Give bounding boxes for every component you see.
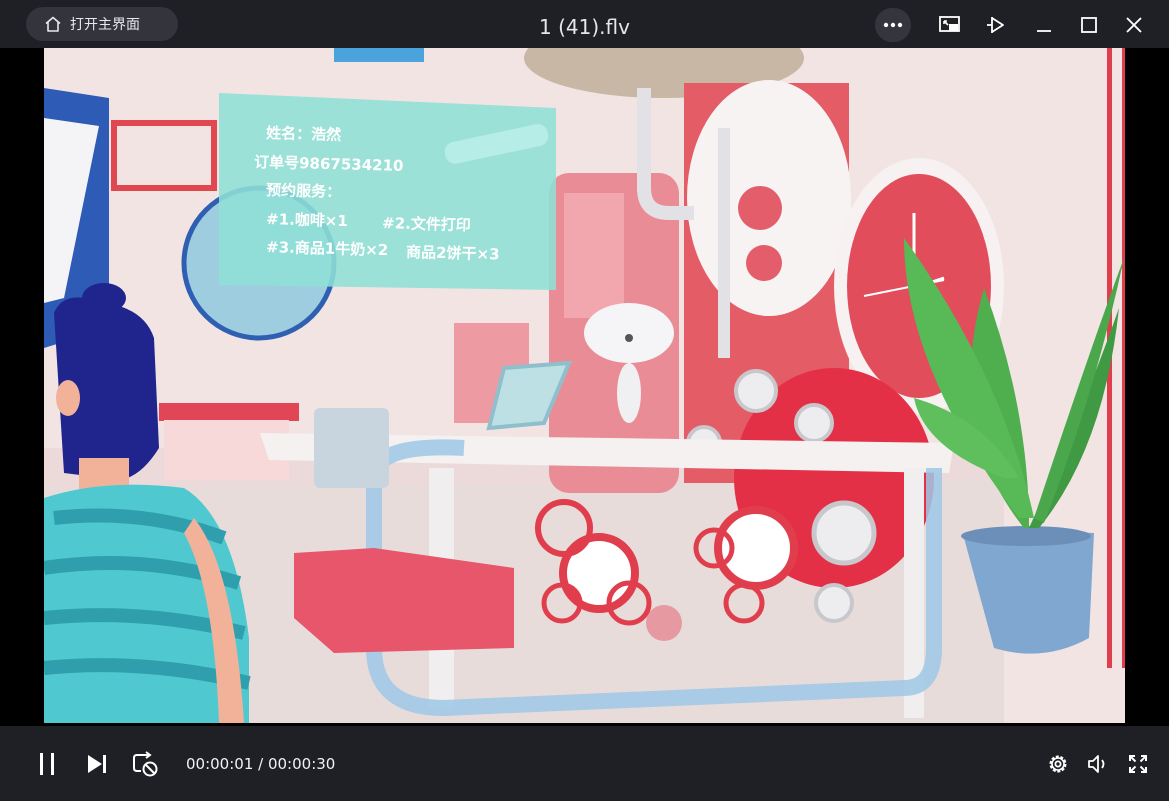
current-time: 00:00:01 (186, 755, 254, 773)
volume-icon (1088, 755, 1105, 773)
video-scene: 姓名：浩然 订单号9867534210 预约服务： #1.咖啡×1 #2.文件打… (44, 48, 1125, 723)
next-button[interactable] (80, 748, 114, 780)
volume-button[interactable] (1082, 748, 1114, 780)
loop-off-icon (133, 751, 158, 777)
control-bar: 00:00:01 / 00:00:30 (0, 726, 1169, 801)
pin-on-top-button[interactable] (978, 8, 1014, 42)
time-separator: / (253, 755, 268, 773)
duration: 00:00:30 (267, 755, 336, 773)
panel-name-text: 姓名：浩然 (266, 124, 341, 144)
close-icon (1126, 17, 1142, 33)
skip-next-icon (88, 755, 106, 773)
panel-service-heading: 预约服务： (266, 181, 341, 201)
fullscreen-button[interactable] (1122, 748, 1154, 780)
maximize-button[interactable] (1071, 8, 1107, 42)
close-button[interactable] (1116, 8, 1152, 42)
home-icon (45, 16, 61, 32)
minimize-icon (1037, 30, 1051, 32)
fullscreen-icon (1129, 755, 1147, 773)
open-main-interface-label: 打开主界面 (70, 17, 140, 33)
panel-item-3: #3.商品1牛奶×2 (266, 238, 389, 259)
panel-item-2: #2.文件打印 (382, 214, 471, 234)
pin-icon (987, 17, 1004, 33)
pause-icon (40, 753, 54, 775)
more-options-button[interactable] (875, 8, 911, 42)
title-bar: 打开主界面 1 (41).flv (0, 0, 1169, 48)
time-display: 00:00:01 / 00:00:30 (186, 755, 335, 773)
panel-item-4: 商品2饼干×3 (406, 243, 500, 263)
settings-button[interactable] (1042, 748, 1074, 780)
video-frame[interactable]: 姓名：浩然 订单号9867534210 预约服务： #1.咖啡×1 #2.文件打… (44, 48, 1125, 723)
open-main-interface-button[interactable]: 打开主界面 (26, 7, 178, 41)
gear-icon (1049, 755, 1067, 773)
picture-in-picture-icon (939, 16, 960, 32)
pause-button[interactable] (30, 748, 64, 780)
more-icon (883, 22, 903, 28)
loop-off-button[interactable] (128, 748, 162, 780)
panel-item-1: #1.咖啡×1 (266, 210, 348, 230)
picture-in-picture-button[interactable] (932, 8, 968, 42)
maximize-icon (1081, 17, 1097, 33)
minimize-button[interactable] (1026, 8, 1062, 42)
